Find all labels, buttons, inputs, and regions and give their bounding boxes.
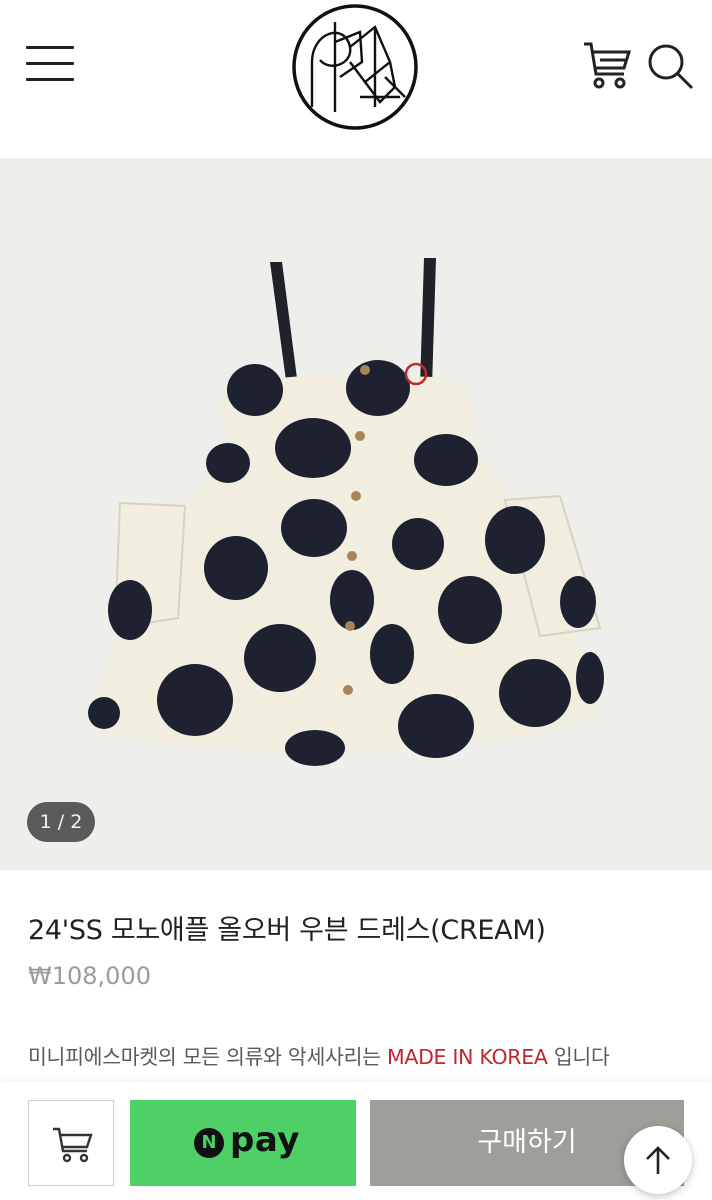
menu-button[interactable] — [26, 44, 74, 84]
cart-icon — [53, 1127, 93, 1163]
product-price: ₩108,000 — [28, 962, 151, 990]
arrow-up-icon — [646, 1146, 670, 1174]
search-icon — [648, 44, 694, 90]
header-cart-button[interactable] — [582, 40, 632, 92]
product-title: 24'SS 모노애플 올오버 우븐 드레스(CREAM) — [28, 915, 546, 946]
product-image-gallery[interactable] — [0, 158, 712, 870]
add-to-cart-button[interactable] — [28, 1100, 114, 1186]
notice-highlight: MADE IN KOREA — [386, 1045, 548, 1069]
brand-logo[interactable] — [290, 2, 420, 132]
npay-label: pay — [230, 1120, 300, 1160]
npay-button[interactable]: N pay — [130, 1100, 356, 1186]
made-in-korea-notice: 미니피에스마켓의 모든 의류와 악세사리는 MADE IN KOREA 입니다 — [28, 1040, 610, 1070]
notice-prefix: 미니피에스마켓의 모든 의류와 악세사리는 — [28, 1045, 387, 1069]
top-header — [0, 0, 712, 158]
bottom-action-bar: N pay 구매하기 — [0, 1082, 712, 1200]
image-counter: 1 / 2 — [27, 802, 95, 842]
npay-logo-badge: N — [194, 1128, 224, 1158]
cart-icon — [584, 42, 632, 89]
notice-suffix: 입니다 — [547, 1045, 610, 1069]
search-button[interactable] — [646, 42, 696, 92]
product-image — [88, 258, 604, 766]
scroll-to-top-button[interactable] — [624, 1126, 692, 1194]
